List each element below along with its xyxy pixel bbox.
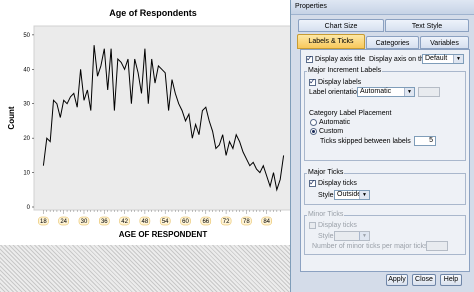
x-tick-label[interactable]: 18 — [40, 219, 47, 225]
display-axis-title-label: Display axis title — [315, 56, 366, 63]
help-button[interactable]: Help — [440, 274, 462, 286]
chevron-down-icon: ▼ — [359, 232, 369, 240]
major-ticks-title: Major Ticks — [307, 169, 345, 176]
y-tick-label: 20 — [23, 136, 30, 142]
display-labels-checkbox[interactable] — [309, 77, 316, 86]
minor-ticks-title: Minor Ticks — [307, 211, 345, 218]
plot-area — [33, 25, 292, 211]
axis-side-value: Default — [425, 55, 448, 62]
x-tick-label[interactable]: 30 — [81, 219, 88, 225]
x-tick-label[interactable]: 36 — [101, 219, 108, 225]
ticks-skipped-value: 5 — [429, 137, 433, 144]
custom-radio-label: Custom — [319, 128, 344, 135]
y-axis-label: Count — [7, 106, 16, 129]
minor-per-major-label: Number of minor ticks per major ticks — [312, 243, 428, 250]
dialog-title-bar[interactable]: Properties — [291, 0, 474, 15]
display-ticks-label: Display ticks — [318, 180, 357, 187]
automatic-radio-label: Automatic — [319, 119, 351, 126]
display-labels-label: Display labels — [318, 79, 362, 86]
tab-variables[interactable]: Variables — [420, 36, 469, 49]
minor-style-select: ▼ — [334, 231, 370, 241]
category-label-placement-label: Category Label Placement — [309, 110, 392, 117]
tab-chart-size[interactable]: Chart Size — [298, 19, 384, 32]
chart-area: Age of Respondents 0 10 20 30 40 50 18 24 30 36 4… — [0, 0, 292, 245]
custom-radio[interactable] — [310, 128, 317, 135]
label-orientation-label: Label orientation — [309, 89, 361, 96]
minor-per-major-input — [426, 241, 448, 251]
x-tick-label[interactable]: 84 — [263, 219, 270, 225]
display-ticks-checkbox[interactable] — [309, 178, 316, 187]
major-increment-labels-title: Major Increment Labels — [307, 67, 383, 74]
tick-style-value: Outside — [337, 191, 362, 198]
x-tick-label[interactable]: 66 — [202, 219, 209, 225]
tick-style-select[interactable]: Outside ▼ — [334, 190, 370, 200]
x-axis-label: AGE OF RESPONDENT — [119, 230, 208, 239]
orientation-value: Automatic — [360, 88, 392, 95]
background-hatch — [0, 245, 292, 292]
y-tick-label: 0 — [27, 205, 31, 211]
display-axis-title-checkbox[interactable] — [306, 54, 313, 63]
major-ticks-group — [304, 173, 466, 205]
close-button[interactable]: Close — [412, 274, 436, 286]
style-label: Style — [318, 192, 334, 199]
chart-title: Age of Respondents — [109, 8, 197, 18]
y-axis: 0 10 20 30 40 50 — [23, 33, 34, 211]
x-tick-label[interactable]: 78 — [243, 219, 250, 225]
display-axis-on-label: Display axis on the: — [369, 56, 430, 63]
x-tick-label[interactable]: 24 — [60, 219, 67, 225]
minor-display-ticks-checkbox — [309, 222, 316, 229]
x-tick-label[interactable]: 42 — [121, 219, 128, 225]
minor-display-ticks-label: Display ticks — [318, 222, 357, 229]
y-tick-label: 40 — [23, 67, 30, 73]
x-tick-label[interactable]: 54 — [162, 219, 169, 225]
x-axis: 18 24 30 36 42 48 54 60 66 72 78 84 — [38, 210, 281, 226]
label-orientation-select[interactable]: Automatic ▼ — [357, 87, 415, 97]
x-tick-label[interactable]: 48 — [142, 219, 149, 225]
y-tick-label: 30 — [23, 102, 30, 108]
tab-labels-ticks[interactable]: Labels & Ticks — [297, 34, 365, 49]
chevron-down-icon: ▼ — [359, 191, 369, 199]
tab-categories[interactable]: Categories — [366, 36, 419, 49]
apply-button[interactable]: Apply — [386, 274, 408, 286]
x-tick-label[interactable]: 72 — [223, 219, 230, 225]
dialog-title: Properties — [295, 3, 327, 10]
ticks-skipped-input[interactable]: 5 — [414, 136, 436, 146]
tab-text-style[interactable]: Text Style — [385, 19, 469, 32]
line-chart: Age of Respondents 0 10 20 30 40 50 18 24 30 36 4… — [7, 8, 292, 239]
x-tick-label[interactable]: 60 — [182, 219, 189, 225]
ticks-skipped-label: Ticks skipped between labels — [320, 138, 411, 145]
axis-side-select[interactable]: Default ▼ — [422, 54, 464, 64]
orientation-extra-field — [418, 87, 440, 97]
minor-style-label: Style — [318, 233, 334, 240]
chevron-down-icon: ▼ — [453, 55, 463, 63]
y-tick-label: 50 — [23, 33, 30, 39]
automatic-radio[interactable] — [310, 119, 317, 126]
y-tick-label: 10 — [23, 171, 30, 177]
chevron-down-icon: ▼ — [404, 88, 414, 96]
